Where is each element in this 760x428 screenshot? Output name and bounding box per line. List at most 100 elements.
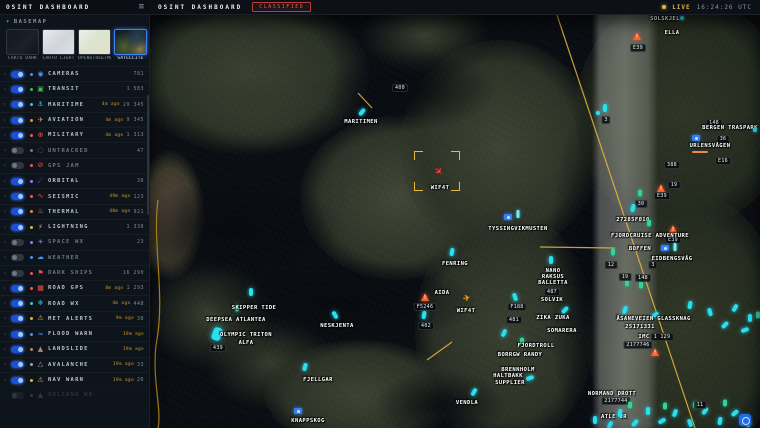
- layer-row-cameras[interactable]: ›◉CAMERAS781: [0, 66, 149, 81]
- alert-triangle-marker[interactable]: [657, 184, 665, 192]
- layer-toggle[interactable]: [11, 132, 24, 139]
- map-badge[interactable]: 439: [210, 344, 226, 352]
- map-badge[interactable]: 11: [694, 401, 707, 409]
- layer-toggle[interactable]: [11, 254, 24, 261]
- map-badge[interactable]: E39: [654, 192, 670, 200]
- lighthouse-marker[interactable]: [517, 210, 520, 218]
- map-badge[interactable]: 2177746: [623, 341, 652, 349]
- layer-row-gps-jam[interactable]: ›⊘GPS JAM: [0, 158, 149, 173]
- layer-row-untracked[interactable]: ›◌UNTRACKED47: [0, 142, 149, 157]
- layer-row-transit[interactable]: ›▣TRANSIT1 583: [0, 81, 149, 96]
- basemap-thumbnail[interactable]: [114, 29, 147, 55]
- layer-toggle[interactable]: [11, 300, 24, 307]
- layer-row-aviation[interactable]: ›✈AVIATION4m ago9 345: [0, 112, 149, 127]
- layer-toggle[interactable]: [11, 377, 24, 384]
- map-badge[interactable]: 402: [418, 322, 434, 330]
- ship-marker[interactable]: [603, 104, 607, 112]
- basemap-thumbnail[interactable]: [78, 29, 111, 55]
- map-badge[interactable]: 3: [601, 116, 610, 124]
- layer-toggle[interactable]: [11, 285, 24, 292]
- poi-dot-marker[interactable]: [596, 111, 600, 115]
- layer-toggle[interactable]: [11, 101, 24, 108]
- basemap-thumbnail[interactable]: [6, 29, 39, 55]
- map-control-button[interactable]: [739, 414, 751, 426]
- layer-row-seismic[interactable]: ›∿SEISMIC49m ago123: [0, 188, 149, 203]
- layer-row-nav-warn[interactable]: ›⚠NAV WARN19m ago26: [0, 372, 149, 387]
- sidebar-scrollbar[interactable]: [147, 95, 149, 215]
- layer-row-thermal[interactable]: ›♨THERMAL40m ago921: [0, 204, 149, 219]
- layer-toggle[interactable]: [11, 331, 24, 338]
- map-badge[interactable]: 487: [544, 288, 560, 296]
- ship-marker[interactable]: [549, 256, 553, 264]
- layer-row-space-wx[interactable]: ›☀SPACE WX23: [0, 234, 149, 249]
- transit-marker[interactable]: [611, 249, 615, 256]
- basemap-thumbnail[interactable]: [42, 29, 75, 55]
- layer-toggle[interactable]: [11, 392, 24, 399]
- map-badge[interactable]: E16: [715, 157, 731, 165]
- basemap-option-openstreetmap[interactable]: OPENSTREETMAP: [78, 29, 111, 61]
- transit-marker[interactable]: [663, 403, 667, 410]
- map-badge[interactable]: 12: [605, 261, 618, 269]
- layer-toggle[interactable]: [11, 208, 24, 215]
- map-badge[interactable]: 3: [648, 261, 657, 269]
- map-canvas[interactable]: MARITIMEN✈WIF4T✈WIF4TFENRINGAIDAF5246402…: [150, 15, 760, 428]
- layer-row-road-gps[interactable]: ›▦ROAD GPS8m ago1 293: [0, 280, 149, 295]
- map-badge[interactable]: 388: [664, 161, 680, 169]
- layer-row-dark-ships[interactable]: ›⚑DARK SHIPS16 290: [0, 265, 149, 280]
- layer-toggle[interactable]: [11, 86, 24, 93]
- alert-triangle-marker[interactable]: [669, 225, 677, 233]
- map-badge[interactable]: 19: [619, 273, 632, 281]
- map-badge[interactable]: F5246: [414, 303, 437, 311]
- layer-toggle[interactable]: [11, 193, 24, 200]
- camera-marker[interactable]: [294, 408, 302, 414]
- alert-triangle-marker[interactable]: [651, 348, 659, 356]
- map-badge[interactable]: 400: [392, 84, 408, 92]
- poi-dot-marker[interactable]: [680, 16, 684, 20]
- map-badge[interactable]: 481: [506, 316, 522, 324]
- ship-marker[interactable]: [748, 314, 752, 322]
- layer-row-road-wx[interactable]: ›❄ROAD WX4m ago448: [0, 295, 149, 310]
- hamburger-icon[interactable]: ≡: [139, 0, 144, 15]
- layer-toggle[interactable]: [11, 178, 24, 185]
- basemap-option-satellite[interactable]: SATELLITE: [114, 29, 147, 61]
- layer-row-landslide[interactable]: ›▲LANDSLIDE19m ago: [0, 341, 149, 356]
- layer-toggle[interactable]: [11, 315, 24, 322]
- layer-toggle[interactable]: [11, 239, 24, 246]
- layer-row-maritime[interactable]: ›⚓MARITIME4m ago29 345: [0, 97, 149, 112]
- ship-marker[interactable]: [646, 407, 650, 415]
- map-badge[interactable]: 1 129: [651, 333, 674, 341]
- transit-marker[interactable]: [628, 402, 632, 409]
- layer-toggle[interactable]: [11, 71, 24, 78]
- map-badge[interactable]: 30: [635, 200, 648, 208]
- layer-row-orbital[interactable]: ›☄ORBITAL38: [0, 173, 149, 188]
- layer-row-avalanche[interactable]: ›△AVALANCHE19m ago33: [0, 357, 149, 372]
- camera-marker[interactable]: [504, 214, 512, 220]
- transit-marker[interactable]: [638, 190, 642, 197]
- transit-marker[interactable]: [639, 282, 643, 289]
- layer-toggle[interactable]: [11, 346, 24, 353]
- map-badge[interactable]: 148: [635, 274, 651, 282]
- layer-toggle[interactable]: [11, 270, 24, 277]
- map-badge[interactable]: 36: [717, 135, 730, 143]
- alert-triangle-marker[interactable]: [421, 293, 429, 301]
- layer-toggle[interactable]: [11, 117, 24, 124]
- layer-row-flood-warn[interactable]: ›≈FLOOD WARN19m ago: [0, 326, 149, 341]
- map-badge[interactable]: 2177744: [601, 397, 630, 405]
- ship-marker[interactable]: [593, 416, 597, 424]
- layer-row-met-alerts[interactable]: ›⚠MET ALERTS9m ago38: [0, 311, 149, 326]
- map-badge[interactable]: F188: [507, 303, 526, 311]
- basemap-option-carto-dark[interactable]: CARTO DARK: [6, 29, 39, 61]
- map-badge[interactable]: E39: [630, 44, 646, 52]
- transit-marker[interactable]: [647, 220, 651, 227]
- transit-marker[interactable]: [756, 312, 760, 319]
- basemap-option-carto-light[interactable]: CARTO LIGHT: [42, 29, 75, 61]
- poi-dot-marker[interactable]: [753, 128, 757, 132]
- transit-marker[interactable]: [723, 400, 727, 407]
- layer-toggle[interactable]: [11, 361, 24, 368]
- layer-toggle[interactable]: [11, 224, 24, 231]
- layer-row-lightning[interactable]: ›⚡LIGHTNING1 338: [0, 219, 149, 234]
- layer-row-volcano-wx[interactable]: ›▲VOLCANO WX: [0, 387, 149, 402]
- ship-marker[interactable]: [249, 288, 253, 296]
- layer-toggle[interactable]: [11, 147, 24, 154]
- layer-row-military[interactable]: ›⊕MILITARY4m ago1 313: [0, 127, 149, 142]
